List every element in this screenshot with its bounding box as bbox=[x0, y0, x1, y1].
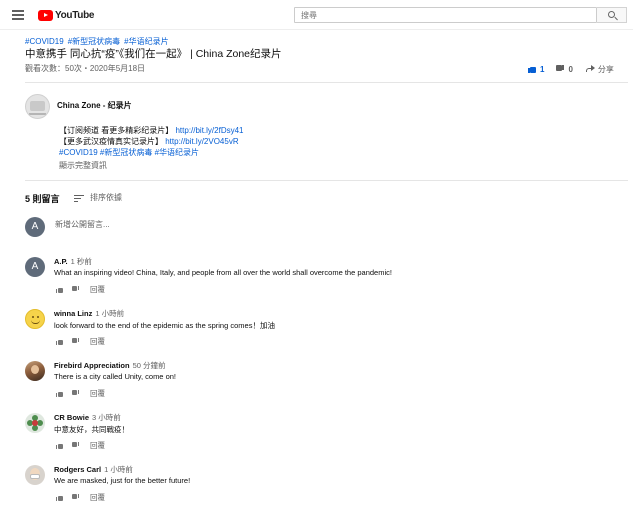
thumbs-up-icon[interactable] bbox=[56, 338, 63, 345]
reply-button[interactable]: 回覆 bbox=[90, 492, 105, 503]
description-line: 【订阅频道 看更多精彩纪录片】 http://bit.ly/2fDsy41 bbox=[59, 125, 244, 136]
thumbs-up-icon[interactable] bbox=[56, 494, 63, 501]
divider bbox=[25, 180, 628, 181]
smiley-avatar[interactable] bbox=[25, 309, 45, 329]
video-title: 中意携手 同心抗“疫”《我们在一起》 | China Zone纪录片 bbox=[25, 48, 282, 60]
comment-author[interactable]: winna Linz 1 小時前 bbox=[54, 308, 124, 319]
description-line: 【更多武汉疫情真实记录片】 http://bit.ly/2VO45vR bbox=[59, 136, 239, 147]
thumbs-down-icon[interactable] bbox=[72, 338, 79, 345]
tag-link[interactable]: #COVID19 bbox=[25, 37, 64, 46]
comment-count: 5 則留言 bbox=[25, 194, 60, 204]
description-text: 【订阅频道 看更多精彩纪录片】 bbox=[59, 126, 174, 135]
thumbs-down-icon[interactable] bbox=[72, 286, 79, 293]
reply-button[interactable]: 回覆 bbox=[90, 388, 105, 399]
commenter-avatar[interactable]: A bbox=[25, 257, 45, 277]
tag-link[interactable]: #新型冠状病毒 bbox=[68, 37, 120, 46]
dislike-button[interactable]: 0 bbox=[556, 64, 573, 74]
description-text: 【更多武汉疫情真实记录片】 bbox=[59, 137, 163, 146]
comment-actions: 回覆 bbox=[56, 441, 105, 450]
reply-button[interactable]: 回覆 bbox=[90, 284, 105, 295]
comment-author[interactable]: A.P. 1 秒前 bbox=[54, 256, 92, 267]
share-label: 分享 bbox=[597, 64, 614, 74]
video-meta: 觀看次數：50次・2020年5月18日 bbox=[25, 64, 146, 73]
search-button[interactable] bbox=[597, 7, 627, 23]
tag-link[interactable]: #华语纪录片 bbox=[124, 37, 168, 46]
reply-button[interactable]: 回覆 bbox=[90, 440, 105, 451]
comment-time[interactable]: 50 分鐘前 bbox=[133, 361, 166, 370]
comment-time[interactable]: 1 小時前 bbox=[104, 465, 133, 474]
youtube-logo[interactable]: YouTube bbox=[38, 9, 95, 21]
thumbs-up-icon[interactable] bbox=[56, 390, 63, 397]
description-tags[interactable]: #COVID19 #新型冠状病毒 #华语纪录片 bbox=[59, 147, 199, 158]
sort-label: 排序依據 bbox=[90, 193, 122, 202]
share-icon bbox=[585, 65, 595, 73]
like-count: 1 bbox=[540, 64, 545, 74]
comment-text: What an inspiring video! China, Italy, a… bbox=[54, 268, 392, 277]
sort-button[interactable]: 排序依據 bbox=[74, 192, 122, 203]
author-name[interactable]: Firebird Appreciation bbox=[54, 361, 130, 370]
youtube-play-icon bbox=[38, 9, 53, 21]
comment-actions: 回覆 bbox=[56, 285, 105, 294]
author-name[interactable]: CR Bowie bbox=[54, 413, 89, 422]
comment-text: We are masked, just for the better futur… bbox=[54, 476, 191, 485]
comment-author[interactable]: Rodgers Carl 1 小時前 bbox=[54, 464, 133, 475]
playlist-link[interactable]: http://bit.ly/2VO45vR bbox=[165, 137, 238, 146]
comment-time[interactable]: 1 秒前 bbox=[71, 257, 92, 266]
logo-text: YouTube bbox=[55, 9, 95, 21]
comment-text: There is a city called Unity, come on! bbox=[54, 372, 176, 381]
author-name[interactable]: A.P. bbox=[54, 257, 68, 266]
video-actions: 1 0 分享 bbox=[528, 62, 614, 76]
add-comment-input[interactable]: 新增公開留言... bbox=[55, 219, 628, 231]
thumbs-down-icon[interactable] bbox=[72, 494, 79, 501]
photo-avatar[interactable] bbox=[25, 361, 45, 381]
masked-avatar[interactable] bbox=[25, 465, 45, 485]
thumbs-down-icon[interactable] bbox=[72, 442, 79, 449]
search-box[interactable] bbox=[294, 7, 597, 23]
comment-author[interactable]: CR Bowie 3 小時前 bbox=[54, 412, 121, 423]
hamburger-menu-icon[interactable] bbox=[12, 10, 24, 20]
author-name[interactable]: Rodgers Carl bbox=[54, 465, 101, 474]
comment-text: look forward to the end of the epidemic … bbox=[54, 321, 275, 330]
divider bbox=[25, 82, 628, 83]
search-input[interactable] bbox=[295, 8, 596, 22]
thumbs-down-icon bbox=[556, 65, 565, 73]
comment-time[interactable]: 1 小時前 bbox=[95, 309, 124, 318]
thumbs-up-icon bbox=[528, 65, 536, 73]
author-name[interactable]: winna Linz bbox=[54, 309, 92, 318]
channel-avatar[interactable] bbox=[25, 94, 50, 119]
sort-icon bbox=[74, 194, 84, 202]
top-bar: YouTube bbox=[0, 0, 633, 30]
comment-actions: 回覆 bbox=[56, 389, 105, 398]
comment-text: 中意友好，共同戰疫！ bbox=[54, 425, 129, 434]
thumbs-down-icon[interactable] bbox=[72, 390, 79, 397]
flower-avatar[interactable] bbox=[25, 413, 45, 433]
dislike-count: 0 bbox=[568, 64, 573, 74]
reply-button[interactable]: 回覆 bbox=[90, 336, 105, 347]
comment-actions: 回覆 bbox=[56, 337, 105, 346]
user-avatar: A bbox=[25, 217, 45, 237]
show-more-button[interactable]: 顯示完整資訊 bbox=[59, 160, 107, 171]
share-button[interactable]: 分享 bbox=[585, 64, 614, 75]
comment-author[interactable]: Firebird Appreciation 50 分鐘前 bbox=[54, 360, 166, 371]
subscribe-link[interactable]: http://bit.ly/2fDsy41 bbox=[175, 126, 243, 135]
comment-time[interactable]: 3 小時前 bbox=[92, 413, 121, 422]
thumbs-up-icon[interactable] bbox=[56, 286, 63, 293]
search-icon bbox=[608, 11, 615, 18]
comment-actions: 回覆 bbox=[56, 493, 105, 502]
thumbs-up-icon[interactable] bbox=[56, 442, 63, 449]
like-button[interactable]: 1 bbox=[528, 65, 544, 74]
channel-name[interactable]: China Zone - 纪录片 bbox=[57, 100, 132, 111]
